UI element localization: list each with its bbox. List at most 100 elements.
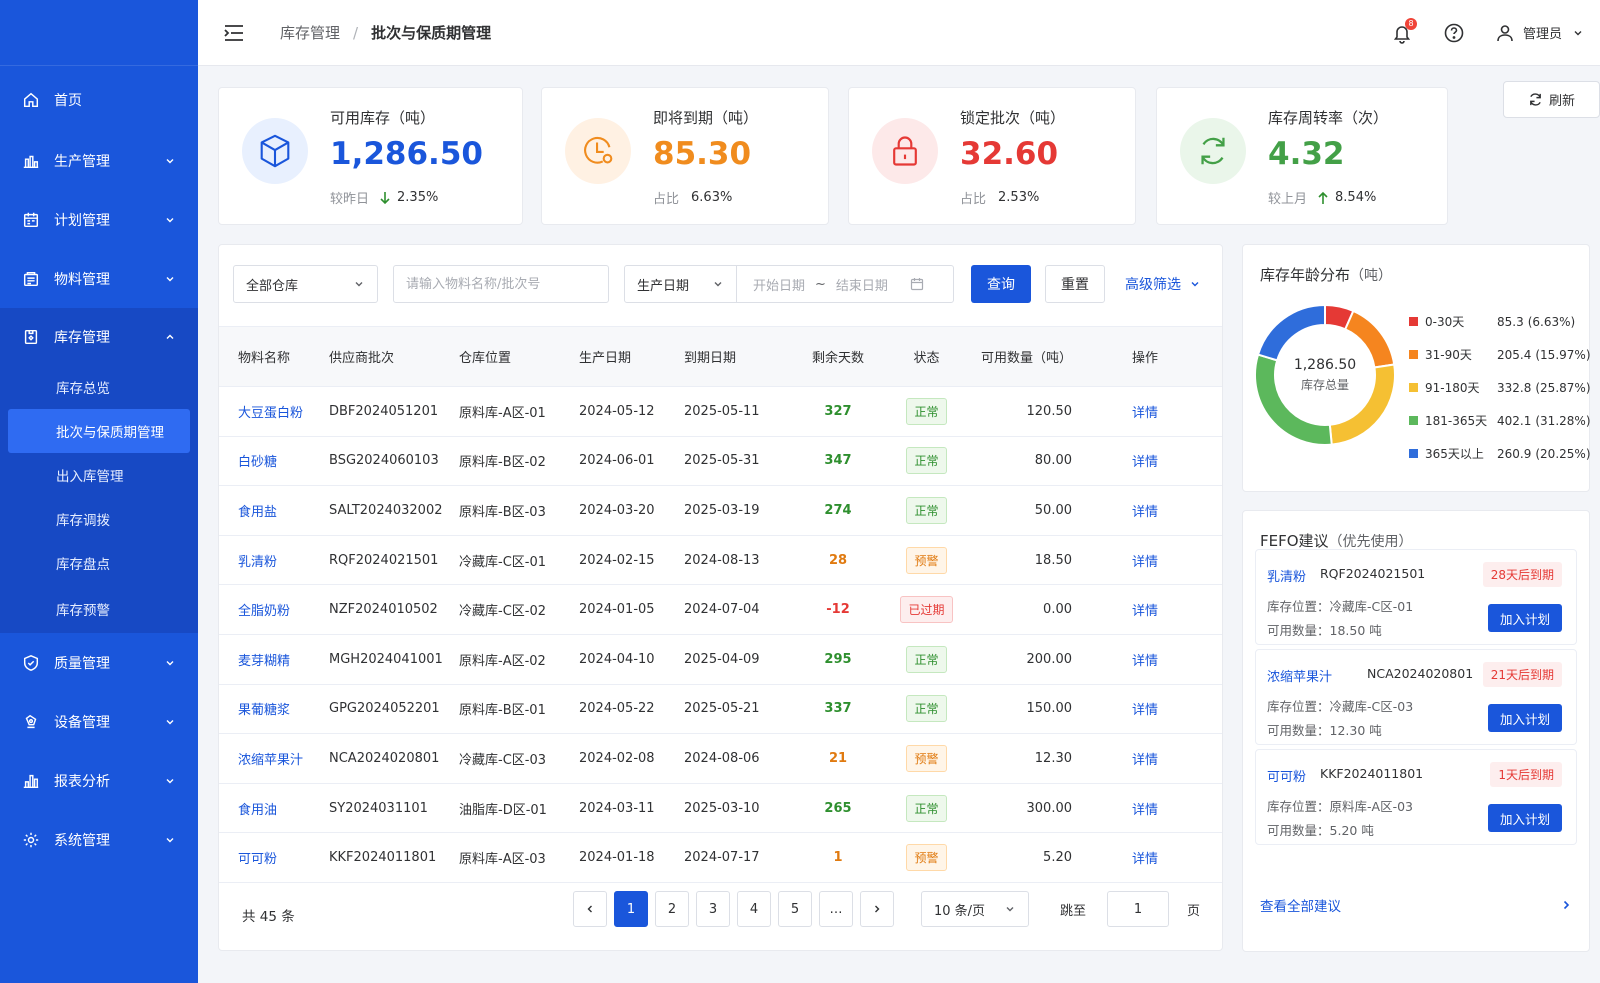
material-name-link[interactable]: 全脂奶粉 — [238, 604, 290, 619]
sidebar-subitem-batch-shelf-life[interactable]: 批次与保质期管理 — [8, 409, 190, 453]
sidebar-item-inventory[interactable]: 库存管理 — [0, 308, 198, 365]
cell-remaining-days: -12 — [787, 584, 889, 635]
sidebar-item-device[interactable]: 设备管理 — [0, 692, 198, 751]
advanced-filter-toggle[interactable]: 高级筛选 — [1125, 265, 1201, 303]
start-date-input[interactable]: 开始日期 — [753, 275, 805, 294]
sidebar-subitem-overview[interactable]: 库存总览 — [0, 365, 198, 409]
donut-center-value: 1,286.50 — [1293, 357, 1357, 373]
warehouse-select[interactable]: 全部仓库 — [233, 265, 378, 303]
page-size-select[interactable]: 10 条/页 — [921, 891, 1029, 927]
user-menu[interactable]: 管理员 — [1495, 23, 1584, 43]
fefo-quantity-label: 可用数量： — [1267, 723, 1330, 738]
detail-link[interactable]: 详情 — [1132, 852, 1158, 867]
cell-material-name: 食用盐 — [219, 485, 329, 536]
page-button-1[interactable]: 1 — [614, 891, 648, 927]
cell-production-date: 2024-01-05 — [579, 584, 684, 635]
fefo-material-link[interactable]: 浓缩苹果汁 — [1267, 666, 1332, 685]
legend-percent: (6.63%) — [1527, 314, 1576, 329]
material-name-link[interactable]: 白砂糖 — [238, 455, 277, 470]
query-button[interactable]: 查询 — [971, 265, 1031, 303]
detail-link[interactable]: 详情 — [1132, 505, 1158, 520]
refresh-label: 刷新 — [1548, 94, 1575, 109]
cell-production-date: 2024-03-20 — [579, 485, 684, 536]
page-button-2[interactable]: 2 — [655, 891, 689, 927]
detail-link[interactable]: 详情 — [1132, 803, 1158, 818]
shield-icon — [23, 654, 39, 671]
material-name-link[interactable]: 浓缩苹果汁 — [238, 753, 303, 768]
search-input[interactable] — [393, 265, 609, 303]
end-date-input[interactable]: 结束日期 — [836, 275, 888, 294]
add-to-plan-button[interactable]: 加入计划 — [1488, 704, 1562, 732]
date-type-select[interactable]: 生产日期 — [625, 266, 737, 302]
lock-icon — [872, 118, 938, 184]
fefo-material-link[interactable]: 可可粉 — [1267, 766, 1306, 785]
chevron-down-icon — [166, 719, 174, 724]
calendar-icon[interactable] — [910, 277, 924, 291]
material-name-link[interactable]: 大豆蛋白粉 — [238, 406, 303, 421]
material-name-link[interactable]: 果葡糖浆 — [238, 703, 290, 718]
material-name-link[interactable]: 乳清粉 — [238, 555, 277, 570]
notification-button[interactable]: 8 — [1391, 17, 1417, 44]
age-card-title: 库存年龄分布（吨） — [1260, 264, 1392, 285]
stat-sub-value: 8.54% — [1335, 190, 1377, 205]
cell-material-name: 浓缩苹果汁 — [219, 733, 329, 784]
help-button[interactable] — [1443, 22, 1465, 44]
refresh-icon — [1530, 93, 1541, 106]
cell-remaining-days: 1 — [787, 832, 889, 883]
sidebar-subitem-alert[interactable]: 库存预警 — [0, 585, 198, 633]
page-button-3[interactable]: 3 — [696, 891, 730, 927]
cell-action: 详情 — [1074, 832, 1222, 883]
sidebar-item-material[interactable]: 物料管理 — [0, 249, 198, 308]
stat-sub-value: 2.53% — [998, 190, 1040, 205]
material-name-link[interactable]: 食用盐 — [238, 505, 277, 520]
detail-link[interactable]: 详情 — [1132, 406, 1158, 421]
sidebar-subitem-stocktake[interactable]: 库存盘点 — [0, 541, 198, 585]
cell-status: 预警 — [889, 733, 964, 784]
sidebar-item-production[interactable]: 生产管理 — [0, 131, 198, 190]
detail-link[interactable]: 详情 — [1132, 703, 1158, 718]
sidebar-subitem-transfer[interactable]: 库存调拨 — [0, 497, 198, 541]
prev-page-button[interactable] — [573, 891, 607, 927]
next-page-button[interactable] — [860, 891, 894, 927]
cell-batch: MGH2024041001 — [329, 634, 459, 685]
detail-link[interactable]: 详情 — [1132, 753, 1158, 768]
detail-link[interactable]: 详情 — [1132, 455, 1158, 470]
sidebar-item-label: 系统管理 — [54, 832, 110, 849]
view-all-suggestions-link[interactable]: 查看全部建议 — [1260, 895, 1572, 915]
page-button-4[interactable]: 4 — [737, 891, 771, 927]
material-name-link[interactable]: 麦芽糊精 — [238, 654, 290, 669]
stat-sub-label: 较昨日 — [330, 192, 370, 207]
sidebar-item-report[interactable]: 报表分析 — [0, 751, 198, 810]
cell-material-name: 果葡糖浆 — [219, 684, 329, 735]
detail-link[interactable]: 详情 — [1132, 555, 1158, 570]
cell-action: 详情 — [1074, 634, 1222, 685]
sidebar-item-plan[interactable]: 计划管理 — [0, 190, 198, 249]
fefo-item: 乳清粉 RQF2024021501 28天后到期 库存位置：冷藏库-C区-01 可用数量… — [1255, 549, 1577, 645]
legend-percent-value: 6.63% — [1532, 314, 1571, 329]
breadcrumb-item-inventory[interactable]: 库存管理 — [280, 22, 340, 43]
material-name-link[interactable]: 可可粉 — [238, 852, 277, 867]
jump-page-input[interactable] — [1107, 891, 1169, 927]
add-to-plan-button[interactable]: 加入计划 — [1488, 804, 1562, 832]
page-button-5[interactable]: 5 — [778, 891, 812, 927]
add-to-plan-button[interactable]: 加入计划 — [1488, 604, 1562, 632]
cell-expire-date: 2025-05-11 — [684, 386, 787, 437]
page-ellipsis-button[interactable]: … — [819, 891, 853, 927]
sidebar-item-quality[interactable]: 质量管理 — [0, 633, 198, 692]
detail-link[interactable]: 详情 — [1132, 604, 1158, 619]
menu-fold-icon[interactable] — [224, 24, 244, 42]
reset-button[interactable]: 重置 — [1045, 265, 1105, 303]
refresh-button[interactable]: 刷新 — [1503, 81, 1600, 118]
sidebar-subitem-in-out[interactable]: 出入库管理 — [0, 453, 198, 497]
sidebar-item-system[interactable]: 系统管理 — [0, 810, 198, 869]
fefo-quantity: 可用数量：5.20 吨 — [1267, 820, 1374, 839]
donut-center-label: 库存总量 — [1300, 378, 1349, 392]
cell-status: 正常 — [889, 783, 964, 834]
sidebar-item-home[interactable]: 首页 — [0, 69, 198, 131]
fefo-material-link[interactable]: 乳清粉 — [1267, 566, 1306, 585]
status-badge: 正常 — [906, 496, 947, 524]
material-name-link[interactable]: 食用油 — [238, 803, 277, 818]
legend-item: 181-365天 402.1 (31.28%) — [1409, 404, 1591, 437]
detail-link[interactable]: 详情 — [1132, 654, 1158, 669]
status-badge: 预警 — [906, 546, 947, 574]
